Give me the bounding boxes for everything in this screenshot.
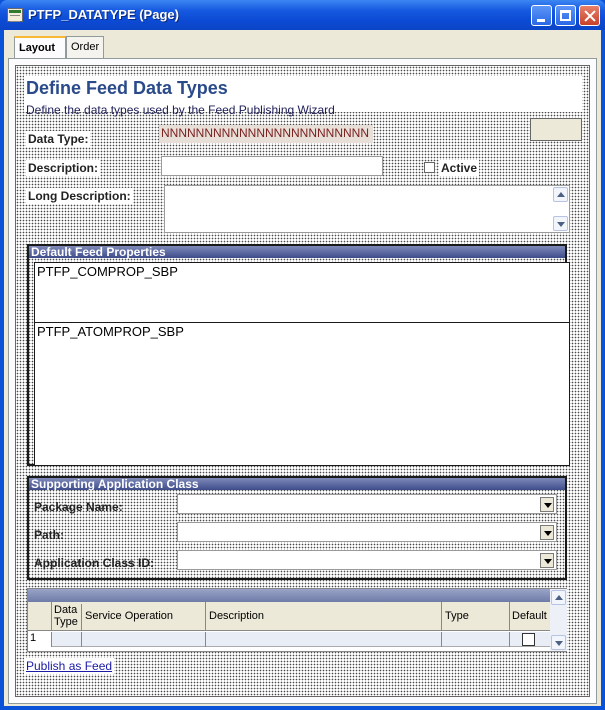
grid-header-row: Data Type Service Operation Description … [28,602,550,631]
long-description-textarea[interactable] [164,185,570,233]
page-instructions: Define the data types used by the Feed P… [26,103,335,117]
description-input[interactable] [161,156,383,176]
grid-row-number: 1 [28,632,52,647]
long-description-label: Long Description: [26,188,133,204]
description-label: Description: [26,160,101,176]
grid-title-bar [28,589,550,602]
application-class-id-label: Application Class ID: [34,556,155,570]
cell-description[interactable] [206,632,442,647]
col-type[interactable]: Type [442,602,510,631]
tab-order[interactable]: Order [66,36,104,58]
col-data-type[interactable]: Data Type [52,604,82,631]
col-description[interactable]: Description [206,602,442,631]
title-bar[interactable]: PTFP_DATATYPE (Page) [0,0,605,30]
col-service-operation[interactable]: Service Operation [82,602,206,631]
default-checkbox[interactable] [522,633,535,646]
cell-type[interactable] [442,632,510,647]
layout-tab-page: Define Feed Data Types Define the data t… [8,58,597,704]
maximize-button[interactable] [555,5,576,26]
close-button[interactable] [579,5,600,26]
col-default[interactable]: Default [510,602,550,631]
path-label: Path: [34,528,64,542]
package-name-label: Package Name: [34,500,123,514]
tab-order-label: Order [71,41,100,53]
window-title: PTFP_DATATYPE (Page) [28,7,179,22]
data-type-label: Data Type: [26,131,91,147]
supporting-application-class-group: Supporting Application Class Package Nam… [27,476,567,580]
page-title: Define Feed Data Types [26,78,228,98]
data-type-value: NNNNNNNNNNNNNNNNNNNNNNNN [159,125,373,143]
default-feed-properties-group: Default Feed Properties PTFP_COMPROP_SBP… [27,244,570,466]
active-checkbox[interactable] [424,162,435,173]
publish-as-feed-link[interactable]: Publish as Feed [24,658,115,674]
grid-rownum-header [28,602,52,631]
tab-layout[interactable]: Layout [14,36,66,59]
grid-scroll-up-arrow[interactable] [551,590,566,605]
window-client: Layout Order Define Feed Data Types Defi… [4,30,601,706]
grid-scroll-down-arrow[interactable] [551,635,566,650]
path-select[interactable] [177,522,557,542]
unlabeled-button[interactable] [530,118,582,141]
comprop-subpage: PTFP_COMPROP_SBP [34,262,570,324]
application-class-id-select[interactable] [177,550,557,570]
grid-row[interactable]: 1 [28,632,550,647]
package-name-dropdown-icon[interactable] [540,497,554,512]
scroll-up-arrow[interactable] [553,187,568,202]
application-class-id-dropdown-icon[interactable] [540,553,554,568]
grid-scrollbar[interactable] [550,589,567,651]
scroll-down-arrow[interactable] [553,216,568,231]
page-icon [7,8,23,22]
tab-layout-label: Layout [19,42,56,54]
cell-data-type[interactable] [52,632,82,647]
active-label: Active [439,160,480,176]
page-canvas: Define Feed Data Types Define the data t… [15,65,590,697]
service-operations-grid: Data Type Service Operation Description … [27,588,567,652]
application-class-header: Supporting Application Class [29,478,565,490]
default-feed-properties-header: Default Feed Properties [29,246,565,258]
atomprop-subpage: PTFP_ATOMPROP_SBP [34,322,570,466]
package-name-select[interactable] [177,494,557,514]
path-dropdown-icon[interactable] [540,525,554,540]
cell-service-operation[interactable] [82,632,206,647]
window-frame: PTFP_DATATYPE (Page) Layout Order Define… [0,0,605,710]
minimize-button[interactable] [531,5,552,26]
